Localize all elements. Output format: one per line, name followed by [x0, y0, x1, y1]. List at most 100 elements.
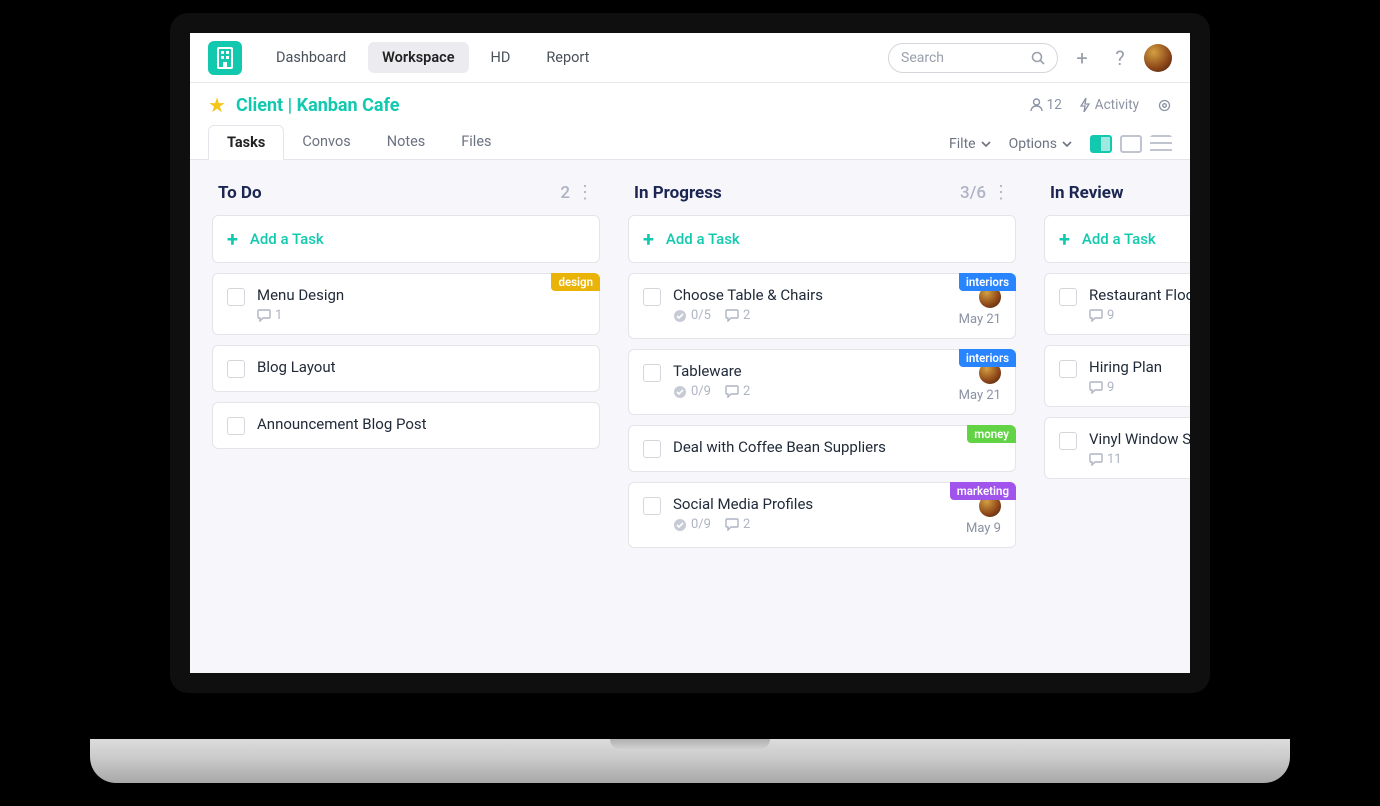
- subtask-count: 0/9: [673, 384, 711, 399]
- column-count: 3/6: [960, 183, 986, 203]
- tab-notes[interactable]: Notes: [369, 125, 444, 159]
- task-checkbox[interactable]: [227, 288, 245, 306]
- task-checkbox[interactable]: [643, 497, 661, 515]
- add-task-label: Add a Task: [250, 230, 324, 248]
- task-checkbox[interactable]: [643, 364, 661, 382]
- comment-count: 9: [1089, 308, 1114, 323]
- app-logo[interactable]: [208, 41, 242, 75]
- column-in-review: In Review ⋮+Add a TaskRestaurant Floor P…: [1044, 182, 1190, 651]
- comment-count: 9: [1089, 380, 1114, 395]
- kanban-view-icon[interactable]: [1090, 135, 1112, 153]
- task-title: Tableware: [673, 362, 947, 380]
- subtask-count: 0/9: [673, 517, 711, 532]
- add-task-button[interactable]: + Add a Task: [1044, 215, 1190, 263]
- help-button[interactable]: ?: [1106, 44, 1134, 72]
- task-card[interactable]: Announcement Blog Post: [212, 402, 600, 449]
- task-card[interactable]: Restaurant Floor Plan 9: [1044, 273, 1190, 335]
- task-title: Restaurant Floor Plan: [1089, 286, 1190, 304]
- add-button[interactable]: +: [1068, 44, 1096, 72]
- card-tag: marketing: [950, 482, 1016, 500]
- comment-count: 2: [725, 384, 750, 399]
- people-count[interactable]: 12: [1030, 97, 1062, 113]
- comment-count: 11: [1089, 452, 1122, 467]
- task-checkbox[interactable]: [643, 440, 661, 458]
- add-task-label: Add a Task: [666, 230, 740, 248]
- task-title: Deal with Coffee Bean Suppliers: [673, 438, 1001, 456]
- tab-tasks[interactable]: Tasks: [208, 125, 284, 160]
- task-card[interactable]: moneyDeal with Coffee Bean Suppliers: [628, 425, 1016, 472]
- nav-item-report[interactable]: Report: [532, 42, 603, 73]
- star-icon[interactable]: ★: [208, 93, 226, 117]
- task-checkbox[interactable]: [643, 288, 661, 306]
- task-card[interactable]: marketingSocial Media Profiles 0/9 2 May 9: [628, 482, 1016, 548]
- task-checkbox[interactable]: [1059, 288, 1077, 306]
- nav-item-workspace[interactable]: Workspace: [368, 42, 468, 73]
- nav-item-dashboard[interactable]: Dashboard: [262, 42, 360, 73]
- tab-files[interactable]: Files: [443, 125, 509, 159]
- task-card[interactable]: designMenu Design 1: [212, 273, 600, 335]
- content-tabs: TasksConvosNotesFiles Filte Options: [190, 125, 1190, 160]
- activity-link[interactable]: Activity: [1080, 97, 1139, 113]
- due-date: May 21: [959, 388, 1001, 403]
- search-input[interactable]: Search: [888, 43, 1058, 73]
- task-card[interactable]: Hiring Plan 9: [1044, 345, 1190, 407]
- comment-count: 1: [257, 308, 282, 323]
- bolt-icon: [1080, 98, 1091, 112]
- card-tag: money: [967, 425, 1016, 443]
- plus-icon: +: [1059, 227, 1070, 251]
- task-card[interactable]: Blog Layout: [212, 345, 600, 392]
- tab-convos[interactable]: Convos: [284, 125, 368, 159]
- person-icon: [1030, 98, 1043, 112]
- client-header: ★ Client | Kanban Cafe 12 Activity: [190, 83, 1190, 117]
- due-date: May 21: [959, 312, 1001, 327]
- column-to-do: To Do 2 ⋮ + Add a Task designMenu Design 1 Blo…: [212, 182, 600, 651]
- kanban-board: To Do 2 ⋮ + Add a Task designMenu Design 1 Blo…: [190, 160, 1190, 673]
- task-checkbox[interactable]: [1059, 432, 1077, 450]
- chevron-down-icon: [1062, 141, 1072, 148]
- card-tag: interiors: [959, 273, 1016, 291]
- subtask-count: 0/5: [673, 308, 711, 323]
- list-view-icon[interactable]: [1150, 135, 1172, 153]
- column-title: In Review: [1050, 183, 1123, 203]
- add-task-button[interactable]: + Add a Task: [628, 215, 1016, 263]
- column-in-progress: In Progress 3/6 ⋮ + Add a Task interiors Choo…: [628, 182, 1016, 651]
- search-placeholder: Search: [901, 50, 944, 66]
- card-tag: interiors: [959, 349, 1016, 367]
- plus-icon: +: [643, 227, 654, 251]
- options-dropdown[interactable]: Options: [1009, 136, 1072, 152]
- filter-dropdown[interactable]: Filte: [949, 136, 991, 152]
- task-checkbox[interactable]: [227, 360, 245, 378]
- settings-icon[interactable]: [1157, 98, 1172, 113]
- card-tag: design: [551, 273, 600, 291]
- column-menu-icon[interactable]: ⋮: [992, 182, 1010, 203]
- comment-count: 2: [725, 308, 750, 323]
- nav-item-hd[interactable]: HD: [477, 42, 525, 73]
- chevron-down-icon: [981, 141, 991, 148]
- task-card[interactable]: Vinyl Window Stickers 11: [1044, 417, 1190, 479]
- comment-count: 2: [725, 517, 750, 532]
- split-view-icon[interactable]: [1120, 135, 1142, 153]
- due-date: May 9: [966, 521, 1001, 536]
- column-menu-icon[interactable]: ⋮: [576, 182, 594, 203]
- client-title: Client | Kanban Cafe: [236, 95, 400, 116]
- add-task-button[interactable]: + Add a Task: [212, 215, 600, 263]
- user-avatar[interactable]: [1144, 44, 1172, 72]
- task-title: Menu Design: [257, 286, 585, 304]
- topbar: Dashboard Workspace HDReport Search + ?: [190, 33, 1190, 83]
- task-title: Hiring Plan: [1089, 358, 1190, 376]
- task-card[interactable]: interiors Tableware 0/9 2 May 21: [628, 349, 1016, 415]
- main-nav: Dashboard Workspace HDReport: [262, 42, 603, 73]
- add-task-label: Add a Task: [1082, 230, 1156, 248]
- column-count: 2: [560, 183, 570, 203]
- column-title: In Progress: [634, 183, 722, 203]
- plus-icon: +: [227, 227, 238, 251]
- task-title: Blog Layout: [257, 358, 585, 376]
- column-title: To Do: [218, 183, 262, 203]
- task-checkbox[interactable]: [227, 417, 245, 435]
- task-title: Announcement Blog Post: [257, 415, 585, 433]
- task-title: Choose Table & Chairs: [673, 286, 947, 304]
- task-title: Vinyl Window Stickers: [1089, 430, 1190, 448]
- task-title: Social Media Profiles: [673, 495, 954, 513]
- task-checkbox[interactable]: [1059, 360, 1077, 378]
- task-card[interactable]: interiors Choose Table & Chairs 0/5 2 May 21: [628, 273, 1016, 339]
